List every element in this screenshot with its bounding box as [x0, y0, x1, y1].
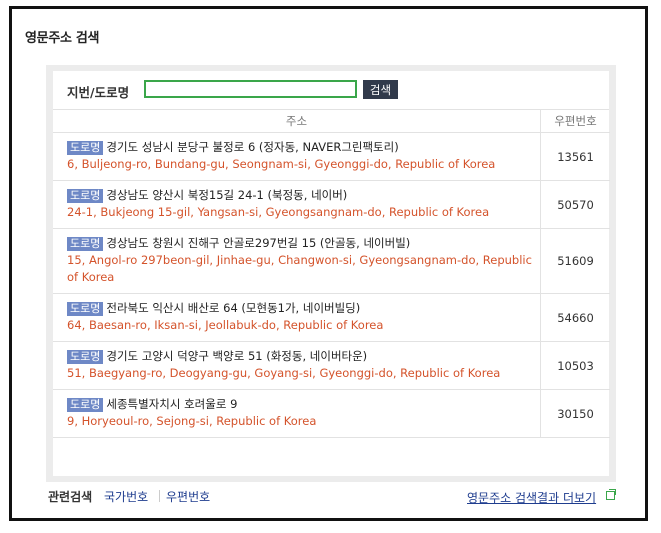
table-row[interactable]: 도로명 세종특별자치시 호려울로 9 9, Horyeoul-ro, Sejong…	[53, 389, 610, 438]
address-cell: 도로명 경상남도 양산시 북정15길 24-1 (북정동, 네이버) 24-1, …	[53, 180, 541, 229]
road-name-badge: 도로명	[67, 237, 104, 251]
korean-address[interactable]: 경기도 성남시 분당구 불정로 6 (정자동, NAVER그린팩토리)	[106, 140, 398, 154]
search-label: 지번/도로명	[67, 85, 130, 100]
table-row[interactable]: 도로명 경상남도 양산시 북정15길 24-1 (북정동, 네이버) 24-1, …	[53, 180, 610, 229]
english-address[interactable]: 24-1, Bukjeong 15-gil, Yangsan-si, Gyeon…	[67, 205, 489, 219]
english-address[interactable]: 51, Baegyang-ro, Deogyang-gu, Goyang-si,…	[67, 366, 500, 380]
address-cell: 도로명 경상남도 창원시 진해구 안골로297번길 15 (안골동, 네이버빌) …	[53, 228, 541, 294]
address-cell: 도로명 경기도 성남시 분당구 불정로 6 (정자동, NAVER그린팩토리) 6…	[53, 132, 541, 181]
link-divider	[159, 490, 160, 502]
zipcode-cell: 51609	[540, 228, 610, 294]
road-name-badge: 도로명	[67, 302, 104, 316]
english-address[interactable]: 64, Baesan-ro, Iksan-si, Jeollabuk-do, R…	[67, 318, 383, 332]
zipcode-cell: 50570	[540, 180, 610, 229]
korean-address[interactable]: 경상남도 양산시 북정15길 24-1 (북정동, 네이버)	[106, 188, 347, 202]
address-cell: 도로명 세종특별자치시 호려울로 9 9, Horyeoul-ro, Sejong…	[53, 389, 541, 438]
address-search-input[interactable]	[144, 80, 357, 98]
zipcode-cell: 54660	[540, 293, 610, 342]
footer-bar: 관련검색 국가번호 우편번호 영문주소 검색결과 더보기	[0, 488, 661, 508]
korean-address[interactable]: 경상남도 창원시 진해구 안골로297번길 15 (안골동, 네이버빌)	[106, 236, 410, 250]
table-row[interactable]: 도로명 경기도 고양시 덕양구 백양로 51 (화정동, 네이버타운) 51, B…	[53, 341, 610, 390]
more-results-link[interactable]: 영문주소 검색결과 더보기	[467, 489, 596, 506]
road-name-badge: 도로명	[67, 398, 104, 412]
korean-address[interactable]: 경기도 고양시 덕양구 백양로 51 (화정동, 네이버타운)	[106, 349, 367, 363]
search-panel: 지번/도로명 검색 주소 우편번호 도로명 경기도 성남시 분당구 불정로 6 (…	[46, 65, 616, 482]
zipcode-cell: 13561	[540, 132, 610, 181]
new-window-icon[interactable]	[606, 489, 616, 500]
english-address[interactable]: 15, Angol-ro 297beon-gil, Jinhae-gu, Cha…	[67, 253, 532, 284]
english-address[interactable]: 9, Horyeoul-ro, Sejong-si, Republic of K…	[67, 414, 316, 428]
zipcode-cell: 30150	[540, 389, 610, 438]
korean-address[interactable]: 전라북도 익산시 배산로 64 (모현동1가, 네이버빌딩)	[106, 301, 360, 315]
column-header-address: 주소	[53, 110, 541, 133]
widget-title: 영문주소 검색	[25, 31, 100, 46]
search-row: 지번/도로명 검색	[53, 71, 609, 110]
korean-address[interactable]: 세종특별자치시 호려울로 9	[106, 397, 237, 411]
table-row[interactable]: 도로명 경상남도 창원시 진해구 안골로297번길 15 (안골동, 네이버빌) …	[53, 228, 610, 294]
results-table: 주소 우편번호 도로명 경기도 성남시 분당구 불정로 6 (정자동, NAVER…	[53, 110, 610, 438]
search-panel-inner: 지번/도로명 검색 주소 우편번호 도로명 경기도 성남시 분당구 불정로 6 (…	[53, 71, 610, 476]
address-cell: 도로명 경기도 고양시 덕양구 백양로 51 (화정동, 네이버타운) 51, B…	[53, 341, 541, 390]
country-code-link[interactable]: 국가번호	[104, 488, 148, 505]
postal-code-link[interactable]: 우편번호	[166, 488, 210, 505]
road-name-badge: 도로명	[67, 141, 104, 155]
related-search-label: 관련검색	[48, 490, 93, 504]
search-button[interactable]: 검색	[363, 80, 398, 99]
road-name-badge: 도로명	[67, 350, 104, 364]
english-address[interactable]: 6, Buljeong-ro, Bundang-gu, Seongnam-si,…	[67, 157, 495, 171]
address-cell: 도로명 전라북도 익산시 배산로 64 (모현동1가, 네이버빌딩) 64, Ba…	[53, 293, 541, 342]
column-header-zipcode: 우편번호	[540, 110, 610, 133]
zipcode-cell: 10503	[540, 341, 610, 390]
table-row[interactable]: 도로명 경기도 성남시 분당구 불정로 6 (정자동, NAVER그린팩토리) 6…	[53, 132, 610, 181]
table-row[interactable]: 도로명 전라북도 익산시 배산로 64 (모현동1가, 네이버빌딩) 64, Ba…	[53, 293, 610, 342]
table-header-row: 주소 우편번호	[53, 110, 610, 133]
road-name-badge: 도로명	[67, 189, 104, 203]
